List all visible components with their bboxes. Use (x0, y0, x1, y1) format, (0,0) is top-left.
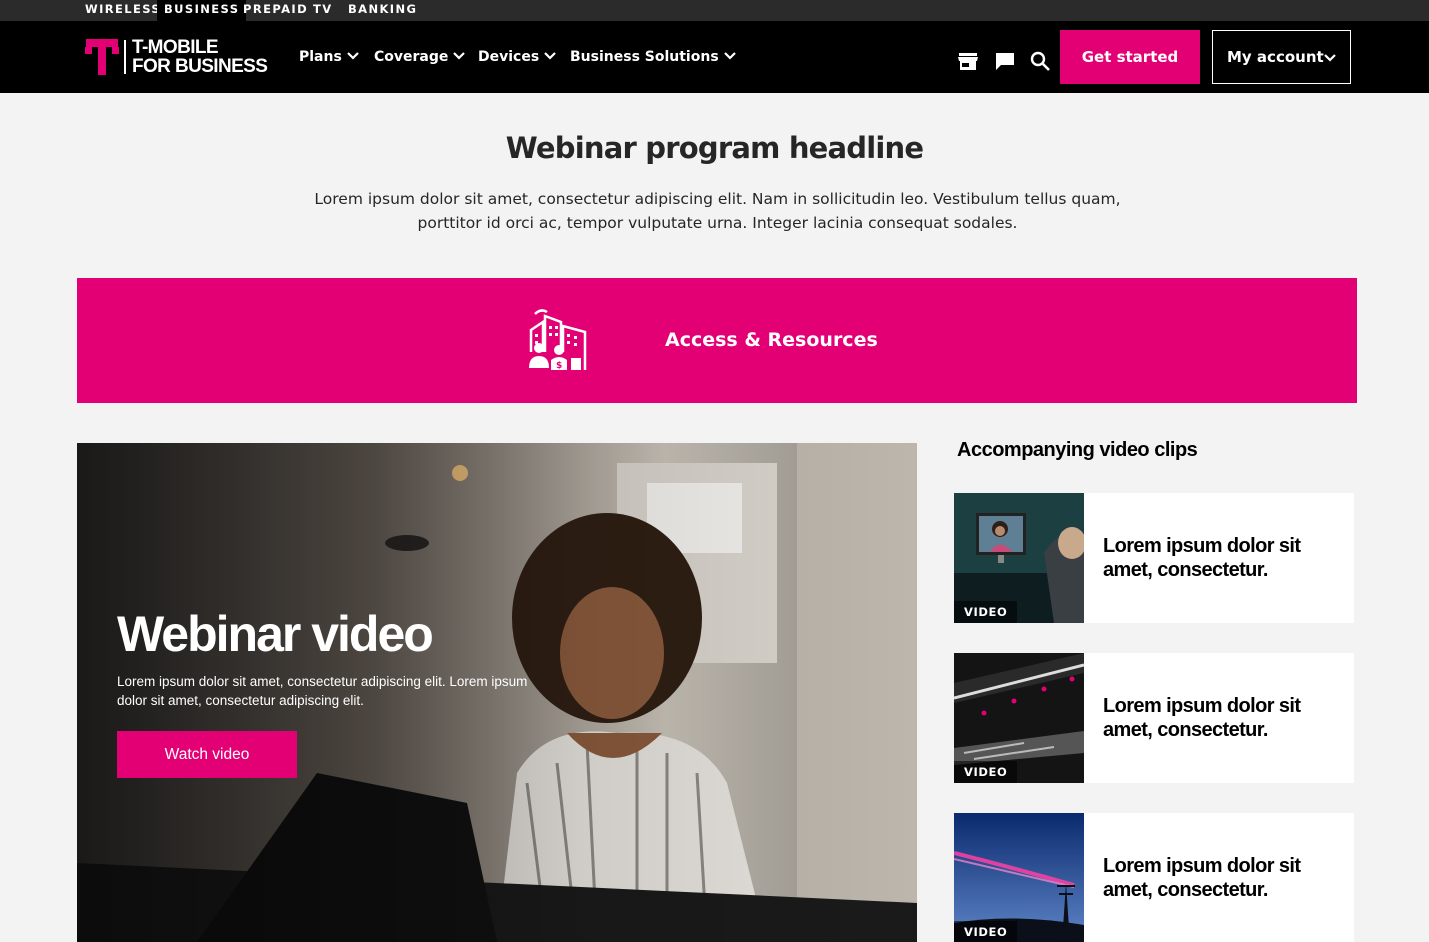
utility-link-tv[interactable]: TV (306, 0, 340, 21)
video-thumbnail: VIDEO (954, 813, 1084, 942)
video-tag: VIDEO (954, 761, 1018, 783)
clip-title: Lorem ipsum dolor sit amet, consectetur. (1103, 535, 1301, 581)
utility-bar: WIRELESS BUSINESS PREPAID TV BANKING (0, 0, 1429, 21)
video-thumbnail: VIDEO (954, 653, 1084, 783)
chevron-down-icon (544, 52, 556, 60)
video-clip-card-2[interactable]: VIDEO Lorem ipsum dolor sit amet, consec… (954, 653, 1354, 783)
my-account-label: My account (1227, 48, 1324, 66)
utility-link-business[interactable]: BUSINESS (157, 0, 247, 21)
svg-text:$: $ (556, 361, 562, 371)
nav-devices-label: Devices (478, 49, 540, 65)
chevron-down-icon (723, 52, 736, 60)
access-resources-banner[interactable]: $ Access & Resources (77, 278, 1357, 403)
nav-coverage[interactable]: Coverage (374, 21, 466, 93)
intro-text: Lorem ipsum dolor sit amet, consectetur … (314, 190, 1121, 232)
brand-name: T-MOBILE FOR BUSINESS (132, 37, 268, 77)
nav-plans[interactable]: Plans (299, 21, 359, 93)
nav-plans-label: Plans (299, 49, 342, 65)
main-nav: T-MOBILE FOR BUSINESS Plans Coverage Dev… (0, 21, 1429, 93)
business-people-buildings-icon: $ (529, 309, 587, 371)
video-thumbnail: VIDEO (954, 493, 1084, 623)
utility-link-banking[interactable]: BANKING (341, 0, 424, 21)
chevron-down-icon (453, 52, 466, 60)
chevron-down-icon (347, 52, 359, 60)
chat-icon[interactable] (994, 50, 1016, 72)
utility-link-prepaid[interactable]: PREPAID (236, 0, 315, 21)
nav-business-solutions[interactable]: Business Solutions (570, 21, 736, 93)
video-tag: VIDEO (954, 921, 1018, 942)
store-icon[interactable] (957, 50, 979, 72)
hero-description: Lorem ipsum dolor sit amet, consectetur … (117, 674, 528, 708)
clip-title: Lorem ipsum dolor sit amet, consectetur. (1103, 855, 1301, 901)
logo-divider (124, 40, 126, 74)
brand-line-1: T-MOBILE (132, 37, 219, 58)
nav-coverage-label: Coverage (374, 49, 449, 65)
chevron-down-icon (1324, 54, 1336, 62)
banner-label: Access & Resources (665, 329, 878, 351)
video-clip-card-3[interactable]: VIDEO Lorem ipsum dolor sit amet, consec… (954, 813, 1354, 942)
t-logo-icon (85, 39, 119, 75)
my-account-button[interactable]: My account (1212, 30, 1351, 84)
clip-title: Lorem ipsum dolor sit amet, consectetur. (1103, 695, 1301, 741)
hero-title: Webinar video (117, 606, 434, 662)
get-started-button[interactable]: Get started (1060, 30, 1200, 84)
utility-link-wireless[interactable]: WIRELESS (78, 0, 168, 21)
video-tag: VIDEO (954, 601, 1018, 623)
page-headline: Webinar program headline (505, 131, 924, 165)
clips-section-title: Accompanying video clips (957, 439, 1198, 461)
hero-video[interactable]: Webinar video Lorem ipsum dolor sit amet… (77, 443, 917, 942)
nav-devices[interactable]: Devices (478, 21, 556, 93)
brand-line-2: FOR BUSINESS (132, 56, 268, 77)
search-icon[interactable] (1029, 50, 1051, 72)
video-clip-card-1[interactable]: VIDEO Lorem ipsum dolor sit amet, consec… (954, 493, 1354, 623)
brand-logo[interactable]: T-MOBILE FOR BUSINESS (85, 37, 270, 77)
nav-business-solutions-label: Business Solutions (570, 49, 719, 65)
watch-video-button[interactable]: Watch video (117, 731, 297, 778)
